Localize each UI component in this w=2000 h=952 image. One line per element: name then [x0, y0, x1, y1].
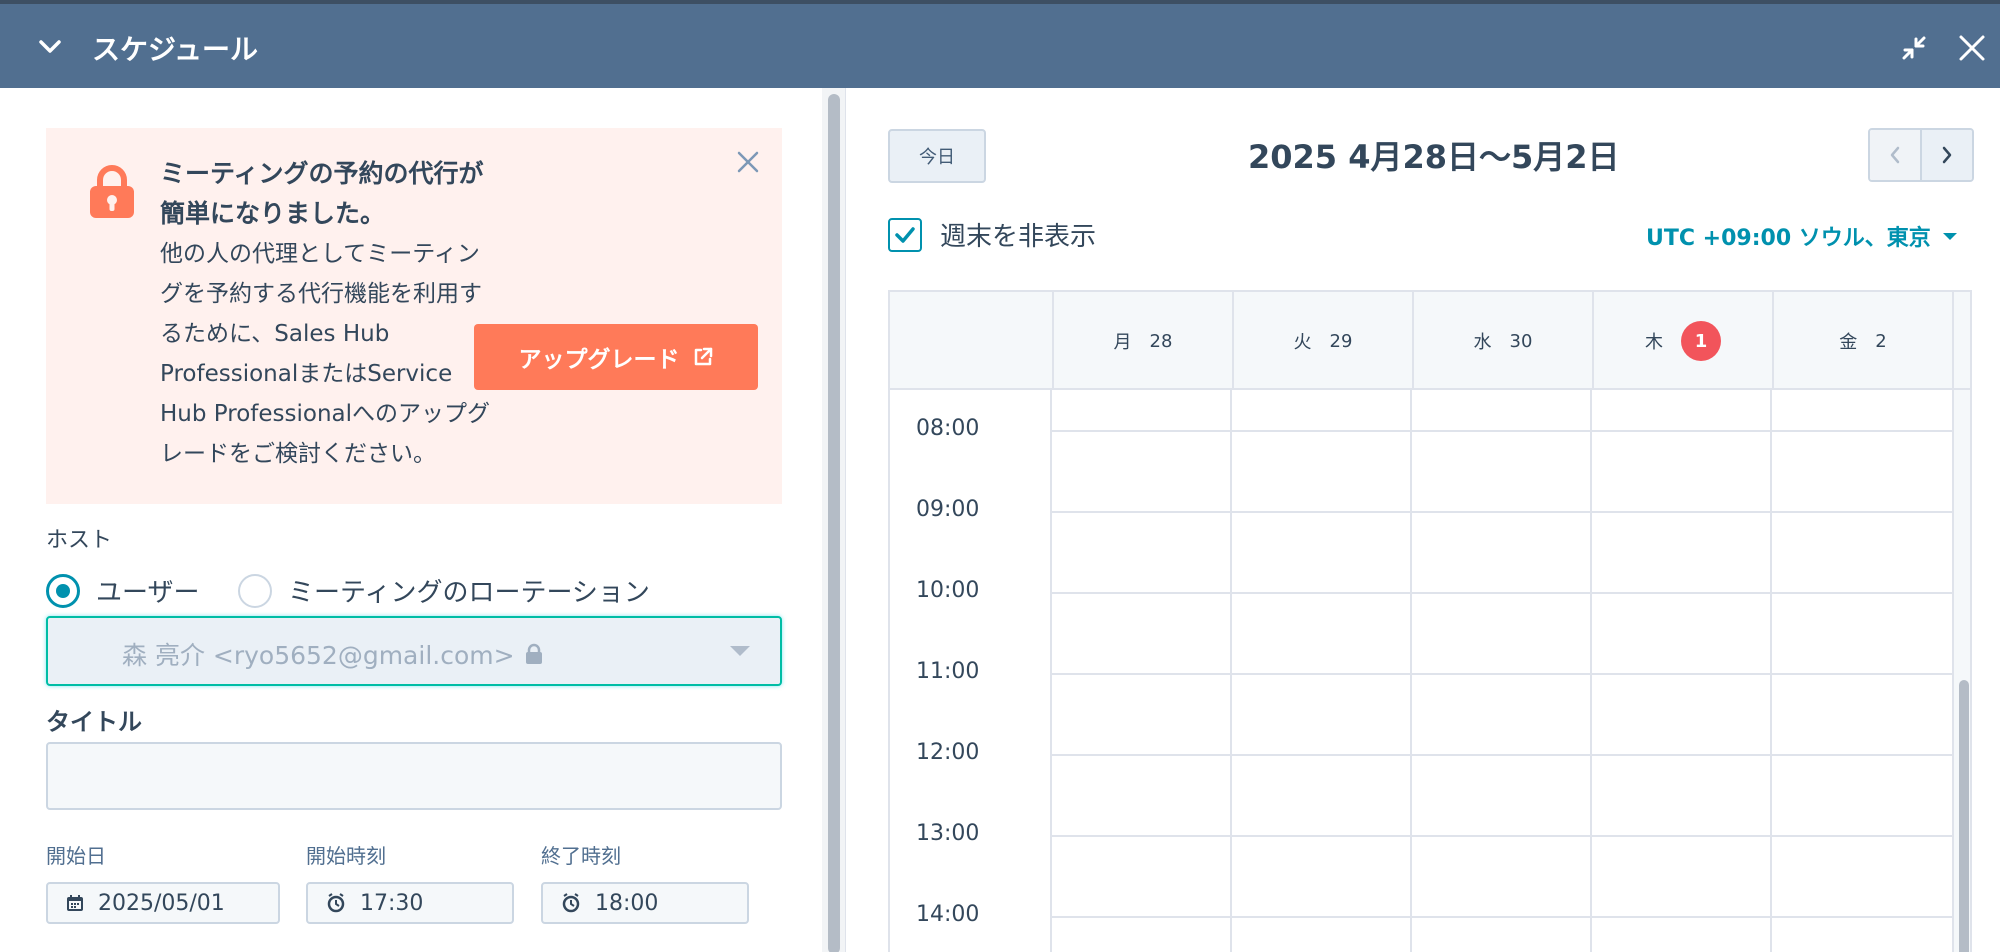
grid-line	[1052, 592, 1952, 594]
week-title: 2025 4月28日〜5月2日	[1248, 138, 1620, 176]
scrollbar-thumb[interactable]	[828, 94, 840, 952]
grid-line	[1052, 916, 1952, 918]
day-date: 29	[1329, 330, 1353, 352]
day-header-thu: 木 1	[1592, 292, 1772, 390]
hide-weekend-toggle[interactable]: 週末を非表示	[888, 216, 1096, 253]
host-user-select[interactable]: 森 亮介 <ryo5652@gmail.com>	[46, 616, 782, 686]
grid-line	[1052, 754, 1952, 756]
time-label: 14:00	[916, 902, 980, 927]
calendar-header: 月 28 火 29 水 30 木 1 金 2	[890, 292, 1970, 390]
start-date-value: 2025/05/01	[98, 890, 225, 916]
time-label: 11:00	[916, 659, 980, 684]
today-button[interactable]: 今日	[888, 129, 986, 183]
time-label: 08:00	[916, 416, 980, 441]
day-date: 2	[1875, 330, 1887, 352]
compress-icon[interactable]	[1898, 32, 1930, 64]
timezone-select[interactable]: UTC +09:00 ソウル、東京	[1646, 220, 1957, 252]
host-option-user[interactable]: ユーザー	[46, 572, 199, 609]
next-week-button[interactable]	[1922, 130, 1972, 180]
external-link-icon	[694, 347, 712, 366]
host-user-value: 森 亮介 <ryo5652@gmail.com>	[122, 641, 515, 670]
calendar-panel: 今日 2025 4月28日〜5月2日 週末を非表示 UTC +09:00 ソウル…	[846, 88, 2000, 952]
prev-week-button[interactable]	[1870, 130, 1922, 180]
lock-icon	[525, 643, 542, 664]
day-date: 30	[1509, 330, 1533, 352]
upgrade-banner: ミーティングの予約の代行が簡単になりました。 他の人の代理としてミーティングを予…	[46, 128, 782, 504]
caret-down-icon	[1942, 232, 1957, 240]
host-label: ホスト	[46, 528, 113, 553]
close-icon[interactable]	[1956, 32, 1988, 64]
host-option-user-label: ユーザー	[96, 578, 200, 608]
grid-line	[1230, 390, 1232, 952]
grid-line	[1410, 390, 1412, 952]
start-date-label: 開始日	[46, 844, 106, 868]
lock-icon	[90, 165, 134, 218]
chevron-down-icon	[730, 646, 750, 656]
calendar-icon	[67, 895, 83, 911]
hide-weekend-label: 週末を非表示	[940, 222, 1097, 252]
day-header-wed: 水 30	[1412, 292, 1592, 390]
day-of-week: 水	[1473, 332, 1492, 353]
today-badge: 1	[1681, 321, 1721, 361]
host-option-rotation[interactable]: ミーティングのローテーション	[238, 572, 650, 609]
start-time-value: 17:30	[360, 890, 424, 916]
grid-line	[1770, 390, 1772, 952]
dialog-header: スケジュール	[0, 0, 2000, 88]
clock-icon	[327, 893, 345, 913]
dialog-title: スケジュール	[92, 33, 259, 66]
day-of-week: 月	[1113, 332, 1132, 353]
meeting-form-panel: ミーティングの予約の代行が簡単になりました。 他の人の代理としてミーティングを予…	[6, 88, 822, 952]
close-icon[interactable]	[736, 150, 760, 174]
day-date: 28	[1149, 330, 1173, 352]
week-nav	[1868, 128, 1974, 182]
chevron-down-icon[interactable]	[36, 32, 64, 60]
grid-line	[1052, 673, 1952, 675]
grid-line	[1052, 835, 1952, 837]
end-time-label: 終了時刻	[541, 844, 621, 868]
scrollbar-thumb[interactable]	[1959, 680, 1969, 952]
upgrade-button[interactable]: アップグレード	[474, 324, 758, 390]
grid-line	[1052, 430, 1952, 432]
time-label: 10:00	[916, 578, 980, 603]
banner-body: 他の人の代理としてミーティングを予約する代行機能を利用するために、Sales H…	[160, 241, 491, 467]
banner-title: ミーティングの予約の代行が簡単になりました。	[160, 159, 484, 228]
timezone-value: UTC +09:00 ソウル、東京	[1646, 226, 1931, 251]
end-time-field[interactable]: 18:00	[541, 882, 749, 924]
time-label: 13:00	[916, 821, 980, 846]
start-time-label: 開始時刻	[306, 844, 386, 868]
start-date-field[interactable]: 2025/05/01	[46, 882, 280, 924]
radio-unselected-icon[interactable]	[238, 573, 272, 608]
clock-icon	[562, 893, 580, 913]
radio-selected-icon[interactable]	[46, 573, 80, 608]
time-label: 09:00	[916, 497, 980, 522]
grid-line	[1050, 390, 1052, 952]
start-time-field[interactable]: 17:30	[306, 882, 514, 924]
day-header-mon: 月 28	[1052, 292, 1232, 390]
title-input[interactable]	[46, 742, 782, 810]
day-of-week: 金	[1839, 332, 1858, 353]
day-header-fri: 金 2	[1772, 292, 1952, 390]
day-of-week: 火	[1293, 332, 1312, 353]
form-scrollbar[interactable]	[822, 88, 846, 952]
calendar-scrollbar[interactable]	[1952, 390, 1970, 952]
header-gutter	[1952, 292, 1970, 390]
day-header-tue: 火 29	[1232, 292, 1412, 390]
host-option-rotation-label: ミーティングのローテーション	[288, 578, 650, 608]
chevron-left-icon	[1890, 146, 1900, 164]
title-label: タイトル	[46, 708, 142, 736]
grid-line	[1590, 390, 1592, 952]
calendar-grid[interactable]: 08:00 09:00 10:00 11:00 12:00 13:00 14:0…	[890, 390, 1970, 952]
chevron-right-icon	[1942, 146, 1952, 164]
time-label: 12:00	[916, 740, 980, 765]
grid-line	[1052, 511, 1952, 513]
end-time-value: 18:00	[595, 890, 659, 916]
day-of-week: 木	[1645, 332, 1663, 353]
week-calendar: 月 28 火 29 水 30 木 1 金 2 08:00 09:00 10:00…	[888, 290, 1972, 952]
upgrade-button-label: アップグレード	[518, 347, 680, 373]
checkbox-checked-icon[interactable]	[888, 217, 922, 252]
